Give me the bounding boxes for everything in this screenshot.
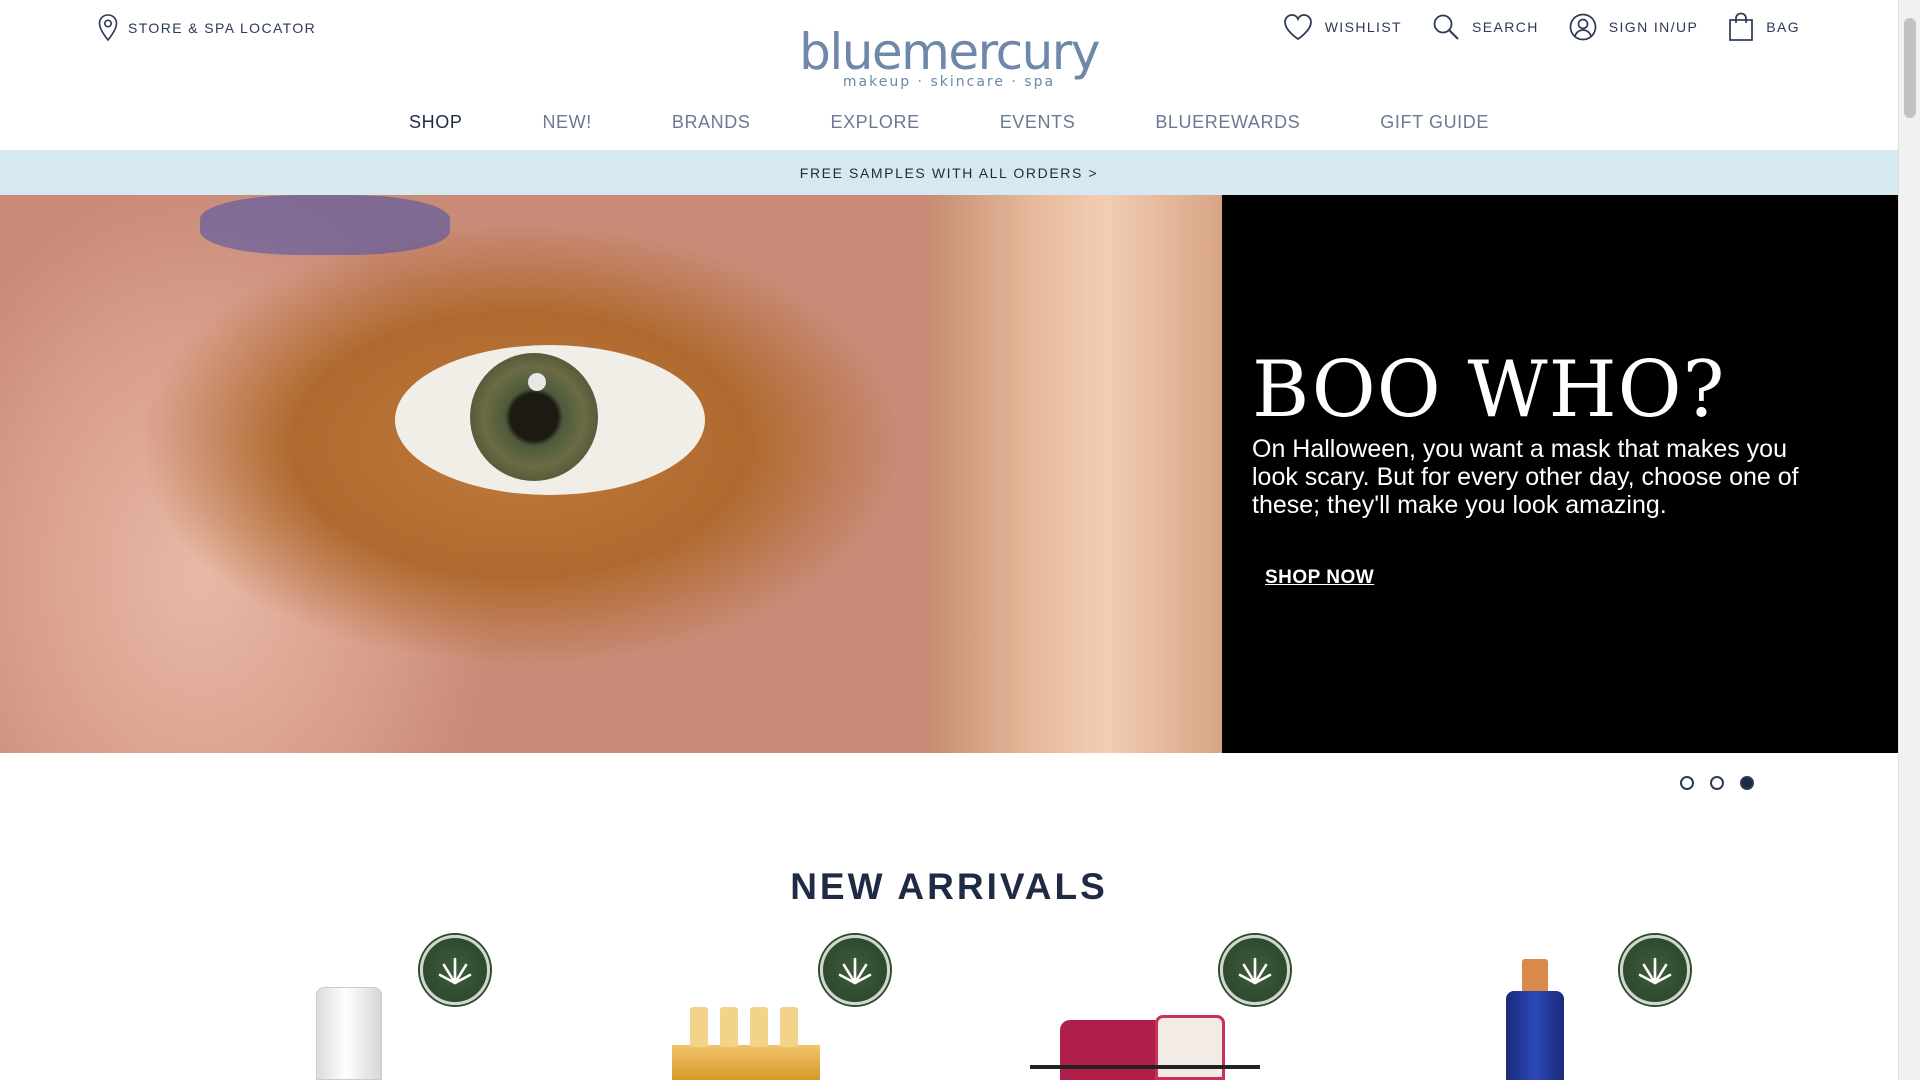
- nav-item-shop[interactable]: SHOP: [409, 112, 462, 133]
- product-image: [672, 1045, 820, 1080]
- nav-item-events[interactable]: EVENTS: [1000, 112, 1076, 133]
- clean-badge: [420, 935, 490, 1005]
- product-card-3[interactable]: [1020, 935, 1290, 1080]
- leaf-icon: [1238, 957, 1272, 985]
- bag-link[interactable]: BAG: [1728, 12, 1800, 42]
- hero-body: On Halloween, you want a mask that makes…: [1252, 435, 1799, 519]
- product-card-2[interactable]: [650, 935, 910, 1080]
- shopping-bag-icon: [1729, 12, 1754, 41]
- leaf-icon: [838, 957, 872, 985]
- promo-banner[interactable]: FREE SAMPLES WITH ALL ORDERS >: [0, 150, 1898, 195]
- promo-text: FREE SAMPLES WITH ALL ORDERS >: [799, 164, 1099, 181]
- carousel-dot-3[interactable]: [1740, 776, 1754, 790]
- clean-badge: [820, 935, 890, 1005]
- bag-label: BAG: [1766, 19, 1800, 35]
- new-arrivals-heading: NEW ARRIVALS: [790, 866, 1108, 907]
- product-image: [1506, 991, 1564, 1080]
- search-icon: [1433, 14, 1459, 40]
- hero-text-panel: BOO WHO? On Halloween, you want a mask t…: [1222, 195, 1898, 753]
- hero-carousel: BOO WHO? On Halloween, you want a mask t…: [0, 195, 1898, 753]
- nav-item-brands[interactable]: BRANDS: [672, 112, 751, 133]
- leaf-icon: [438, 957, 472, 985]
- logo-tagline: makeup · skincare · spa: [842, 74, 1056, 90]
- sign-in-label: SIGN IN/UP: [1608, 19, 1699, 35]
- leaf-icon: [1638, 957, 1672, 985]
- clean-badge: [1620, 935, 1690, 1005]
- page-scrollbar[interactable]: [1898, 0, 1920, 1080]
- product-card-4[interactable]: [1450, 935, 1710, 1080]
- hero-title: BOO WHO?: [1252, 345, 1726, 435]
- scrollbar-thumb[interactable]: [1904, 18, 1916, 118]
- carousel-dot-2[interactable]: [1710, 776, 1724, 790]
- hero-image: [0, 195, 1222, 753]
- main-nav: SHOP NEW! BRANDS EXPLORE EVENTS BLUEREWA…: [0, 112, 1898, 133]
- wishlist-link[interactable]: WISHLIST: [1283, 13, 1402, 41]
- nav-item-gift-guide[interactable]: GIFT GUIDE: [1380, 112, 1489, 133]
- utility-nav: WISHLIST SEARCH SIGN IN/UP BAG: [1283, 12, 1800, 42]
- shop-now-link[interactable]: SHOP NOW: [1265, 567, 1374, 589]
- sign-in-link[interactable]: SIGN IN/UP: [1569, 13, 1698, 41]
- search-link[interactable]: SEARCH: [1432, 13, 1539, 41]
- clean-badge: [1220, 935, 1290, 1005]
- nav-item-explore[interactable]: EXPLORE: [830, 112, 919, 133]
- nav-item-bluerewards[interactable]: BLUEREWARDS: [1155, 112, 1300, 133]
- nav-item-new[interactable]: NEW!: [542, 112, 591, 133]
- carousel-dot-1[interactable]: [1680, 776, 1694, 790]
- search-label: SEARCH: [1472, 19, 1539, 35]
- heart-icon: [1283, 14, 1312, 41]
- carousel-dots: [1680, 776, 1754, 790]
- user-icon: [1569, 13, 1597, 41]
- product-card-1[interactable]: [250, 935, 510, 1080]
- product-image: [316, 987, 382, 1080]
- wishlist-label: WISHLIST: [1324, 19, 1403, 35]
